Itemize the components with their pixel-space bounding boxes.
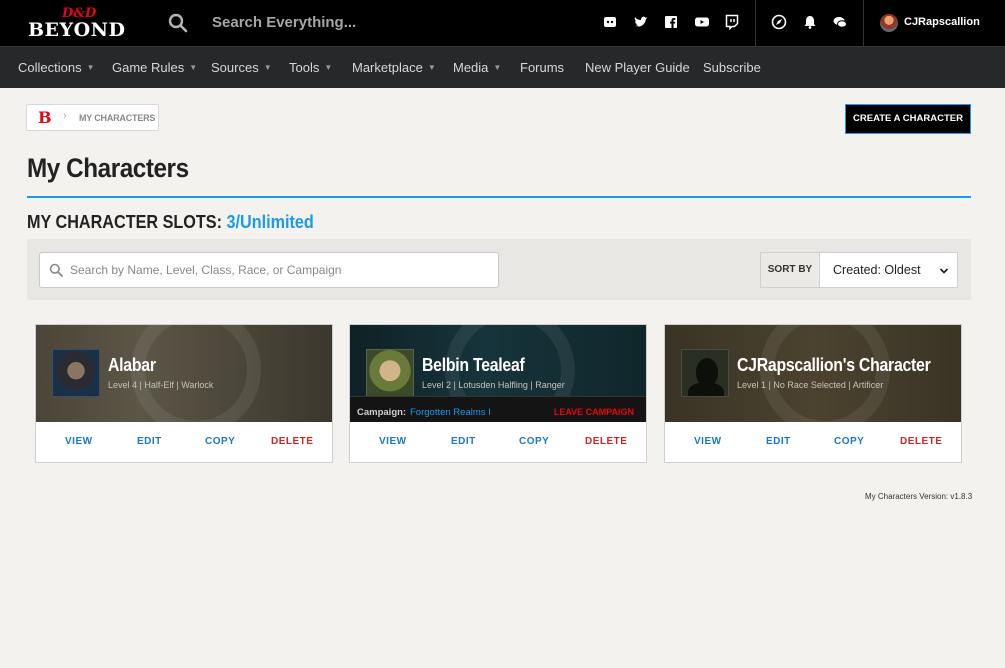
breadcrumb: B › MY CHARACTERS [26, 104, 159, 131]
character-portrait [681, 349, 729, 397]
nav-item-label: Sources [211, 60, 259, 75]
edit-button[interactable]: EDIT [451, 436, 476, 447]
nav-item-subscribe[interactable]: Subscribe [703, 60, 761, 75]
chevron-right-icon: › [63, 110, 67, 122]
twitter-icon[interactable] [633, 14, 649, 30]
nav-item-label: Subscribe [703, 60, 761, 75]
nav-item-label: Game Rules [112, 60, 185, 75]
card-actions: VIEW EDIT COPY DELETE [665, 422, 961, 462]
delete-button[interactable]: DELETE [271, 436, 313, 447]
notifications-bell-icon[interactable] [802, 14, 818, 30]
caret-down-icon: ▼ [427, 63, 436, 72]
character-card: Belbin Tealeaf Level 2 | Lotusden Halfli… [349, 324, 647, 463]
nav-item-new-player-guide[interactable]: New Player Guide [585, 60, 690, 75]
slots-count: 3/Unlimited [226, 212, 314, 232]
breadcrumb-home-logo[interactable]: B [38, 108, 52, 127]
user-avatar[interactable] [880, 14, 898, 32]
global-search-input[interactable]: Search Everything... [212, 14, 356, 31]
twitch-icon[interactable] [724, 14, 740, 31]
silhouette-shoulders [688, 382, 724, 396]
character-summary: Level 1 | No Race Selected | Artificer [737, 380, 884, 390]
character-portrait [366, 349, 414, 397]
youtube-icon[interactable] [694, 14, 710, 30]
logo-beyond: BEYOND [28, 19, 126, 41]
campaign-bar: Campaign: Forgotten Realms I LEAVE CAMPA… [350, 396, 646, 422]
search-icon[interactable] [168, 13, 188, 33]
chat-icon[interactable] [832, 14, 848, 30]
filter-bar: SORT BY Created: Oldest [27, 239, 971, 300]
copy-button[interactable]: COPY [834, 436, 864, 447]
character-name: Belbin Tealeaf [422, 355, 525, 375]
caret-down-icon: ▼ [189, 63, 198, 72]
slots-label: MY CHARACTER SLOTS: [27, 212, 223, 232]
nav-item-label: Media [453, 60, 489, 75]
username-link[interactable]: CJRapscallion [904, 16, 980, 28]
top-bar: D&D BEYOND Search Everything... CJRapsca… [0, 0, 1005, 47]
compass-icon[interactable] [771, 14, 787, 30]
view-button[interactable]: VIEW [65, 436, 93, 447]
search-icon [49, 263, 63, 277]
nav-item-label: Collections [18, 60, 82, 75]
topbar-divider [863, 0, 864, 47]
view-button[interactable]: VIEW [694, 436, 722, 447]
breadcrumb-current: MY CHARACTERS [79, 113, 156, 123]
dndbeyond-logo[interactable]: D&D BEYOND [28, 6, 132, 42]
character-banner[interactable]: Alabar Level 4 | Half-Elf | Warlock [36, 325, 332, 422]
topbar-divider [755, 0, 756, 47]
character-name: CJRapscallion's Character [737, 355, 931, 375]
facebook-icon[interactable] [663, 14, 679, 30]
copy-button[interactable]: COPY [519, 436, 549, 447]
caret-down-icon: ▼ [324, 63, 333, 72]
copy-button[interactable]: COPY [205, 436, 235, 447]
campaign-label: Campaign: [357, 407, 407, 418]
campaign-link[interactable]: Forgotten Realms I [410, 407, 491, 418]
sort-select-value: Created: Oldest [833, 263, 921, 277]
caret-down-icon: ▼ [263, 63, 272, 72]
character-card: Alabar Level 4 | Half-Elf | Warlock VIEW… [35, 324, 333, 463]
nav-item-marketplace[interactable]: Marketplace ▼ [352, 60, 436, 75]
character-name: Alabar [108, 355, 156, 375]
chevron-down-icon [939, 265, 949, 275]
nav-item-forums[interactable]: Forums [520, 60, 564, 75]
edit-button[interactable]: EDIT [766, 436, 791, 447]
caret-down-icon: ▼ [86, 63, 95, 72]
character-summary: Level 4 | Half-Elf | Warlock [108, 380, 214, 390]
card-actions: VIEW EDIT COPY DELETE [350, 422, 646, 462]
discord-icon[interactable] [602, 14, 618, 30]
view-button[interactable]: VIEW [379, 436, 407, 447]
character-search-input[interactable] [70, 261, 490, 279]
sort-by-label: SORT BY [760, 252, 819, 288]
sort-select[interactable]: Created: Oldest [819, 252, 958, 288]
character-slots: MY CHARACTER SLOTS: 3/Unlimited [27, 212, 314, 233]
nav-item-sources[interactable]: Sources ▼ [211, 60, 272, 75]
nav-item-media[interactable]: Media ▼ [453, 60, 501, 75]
nav-item-label: Marketplace [352, 60, 423, 75]
edit-button[interactable]: EDIT [137, 436, 162, 447]
character-banner[interactable]: Belbin Tealeaf Level 2 | Lotusden Halfli… [350, 325, 646, 422]
title-divider [27, 196, 971, 198]
nav-item-label: New Player Guide [585, 60, 690, 75]
delete-button[interactable]: DELETE [900, 436, 942, 447]
character-banner[interactable]: CJRapscallion's Character Level 1 | No R… [665, 325, 961, 422]
nav-item-game-rules[interactable]: Game Rules ▼ [112, 60, 197, 75]
nav-item-label: Forums [520, 60, 565, 75]
character-portrait [52, 349, 100, 397]
character-summary: Level 2 | Lotusden Halfling | Ranger [422, 380, 565, 390]
caret-down-icon: ▼ [493, 63, 502, 72]
leave-campaign-button[interactable]: LEAVE CAMPAIGN [554, 407, 634, 417]
nav-item-collections[interactable]: Collections ▼ [18, 60, 95, 75]
nav-item-tools[interactable]: Tools ▼ [289, 60, 332, 75]
delete-button[interactable]: DELETE [585, 436, 627, 447]
version-text: My Characters Version: v1.8.3 [865, 492, 973, 501]
page-title: My Characters [27, 153, 189, 183]
character-search[interactable] [39, 252, 499, 288]
character-card: CJRapscallion's Character Level 1 | No R… [664, 324, 962, 463]
create-character-button[interactable]: CREATE A CHARACTER [845, 104, 971, 134]
main-nav: Collections ▼ Game Rules ▼ Sources ▼ Tools ▼… [0, 47, 1005, 88]
card-actions: VIEW EDIT COPY DELETE [36, 422, 332, 462]
nav-item-label: Tools [289, 60, 320, 75]
